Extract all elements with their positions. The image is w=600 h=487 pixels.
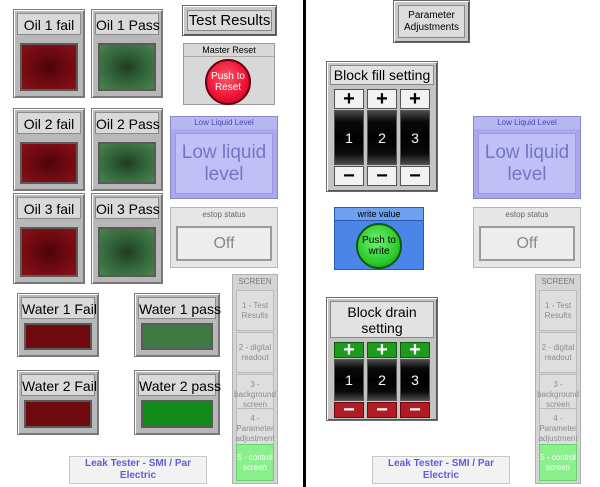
push-to-reset-label: Push to Reset	[211, 71, 245, 93]
water-1-pass-indicator	[141, 323, 213, 350]
screen-menu-header-right: SCREEN	[541, 277, 575, 286]
write-value-header: write value	[335, 208, 423, 221]
parameter-adjustments-title-text: Parameter Adjustments	[403, 9, 460, 33]
water-1-pass-lamp: Water 1 pass	[134, 293, 221, 357]
block-drain-3-minus-button[interactable]: −	[400, 400, 430, 420]
oil-2-fail-indicator	[20, 142, 78, 184]
water-1-pass-label: Water 1 pass	[138, 297, 221, 319]
oil-1-pass-indicator	[98, 43, 156, 91]
footer-left: Leak Tester - SMI / Par Electric	[69, 456, 207, 484]
oil-3-pass-label: Oil 3 Pass	[95, 197, 160, 219]
oil-3-fail-lamp: Oil 3 fail	[13, 193, 85, 284]
estop-value-left: Off	[176, 226, 272, 261]
block-drain-1-plus-button[interactable]: +	[334, 340, 364, 360]
water-1-fail-label: Water 1 Fail	[21, 297, 97, 319]
footer-right: Leak Tester - SMI / Par Electric	[372, 456, 510, 484]
oil-3-fail-indicator	[20, 227, 78, 277]
master-reset-panel: Master Reset Push to Reset	[183, 43, 275, 105]
push-to-write-label: Push to write	[362, 235, 396, 257]
water-1-fail-indicator	[24, 323, 92, 350]
screen-4-button-left[interactable]: 4 - Parameter adjustment	[235, 408, 275, 449]
block-drain-digit-2-column: + 2 −	[367, 340, 397, 420]
block-fill-2-minus-button[interactable]: −	[367, 166, 397, 186]
oil-2-pass-indicator	[98, 142, 156, 184]
screen-menu-left: SCREEN 1 - Test Results 2 - digital read…	[232, 274, 278, 484]
block-fill-digit-3-column: + 3 −	[400, 89, 430, 189]
low-liquid-header-left: Low Liquid Level	[171, 117, 277, 129]
estop-status-right: estop status Off	[473, 207, 581, 268]
oil-2-pass-lamp: Oil 2 Pass	[91, 108, 163, 191]
screen-1-button-left[interactable]: 1 - Test Results	[236, 290, 274, 331]
estop-value-right: Off	[479, 226, 575, 261]
oil-3-fail-label: Oil 3 fail	[17, 197, 81, 219]
estop-status-left: estop status Off	[170, 207, 278, 268]
block-drain-digit-1: 1	[334, 359, 364, 401]
block-fill-digit-2: 2	[367, 110, 397, 165]
block-drain-2-minus-button[interactable]: −	[367, 400, 397, 420]
oil-2-fail-lamp: Oil 2 fail	[13, 108, 85, 191]
water-2-pass-label: Water 2 pass	[138, 374, 221, 396]
oil-1-pass-label: Oil 1 Pass	[95, 13, 160, 35]
block-fill-2-plus-button[interactable]: +	[367, 89, 397, 109]
oil-3-pass-indicator	[98, 227, 156, 277]
low-liquid-indicator-right: Low Liquid Level Low liquid level	[473, 116, 581, 199]
block-drain-title: Block drain setting	[330, 301, 434, 338]
block-fill-title: Block fill setting	[330, 65, 434, 85]
oil-1-pass-lamp: Oil 1 Pass	[91, 9, 163, 98]
block-drain-2-plus-button[interactable]: +	[367, 340, 397, 360]
parameter-adjustments-title: Parameter Adjustments	[393, 0, 470, 43]
water-1-fail-lamp: Water 1 Fail	[17, 293, 99, 357]
block-drain-1-minus-button[interactable]: −	[334, 400, 364, 420]
oil-1-fail-indicator	[20, 43, 78, 91]
low-liquid-header-right: Low Liquid Level	[474, 117, 580, 129]
water-2-pass-indicator	[141, 400, 213, 428]
block-drain-digit-3-column: + 3 −	[400, 340, 430, 420]
test-results-title-text: Test Results	[188, 12, 271, 29]
low-liquid-indicator-left: Low Liquid Level Low liquid level	[170, 116, 278, 199]
oil-1-fail-lamp: Oil 1 fail	[13, 9, 85, 98]
block-fill-digit-2-column: + 2 −	[367, 89, 397, 189]
screen-2-button-left[interactable]: 2 - digital readout	[236, 332, 274, 373]
screen-5-button-left[interactable]: 5 - control screen	[236, 444, 274, 481]
push-to-write-button[interactable]: Push to write	[356, 223, 402, 269]
block-drain-3-plus-button[interactable]: +	[400, 340, 430, 360]
screen-menu-header-left: SCREEN	[238, 277, 272, 286]
oil-1-fail-label: Oil 1 fail	[17, 13, 81, 35]
test-results-title: Test Results	[182, 5, 277, 36]
block-fill-digit-3: 3	[400, 110, 430, 165]
estop-header-right: estop status	[505, 210, 549, 219]
block-fill-3-minus-button[interactable]: −	[400, 166, 430, 186]
block-fill-1-minus-button[interactable]: −	[334, 166, 364, 186]
screen-2-button-right[interactable]: 2 - digital readout	[539, 332, 577, 373]
master-reset-header: Master Reset	[184, 44, 274, 57]
water-2-fail-lamp: Water 2 Fail	[17, 370, 99, 435]
block-fill-1-plus-button[interactable]: +	[334, 89, 364, 109]
oil-3-pass-lamp: Oil 3 Pass	[91, 193, 163, 284]
block-drain-digit-1-column: + 1 −	[334, 340, 364, 420]
screen-divider	[303, 0, 306, 487]
block-drain-digit-2: 2	[367, 359, 397, 401]
water-2-pass-lamp: Water 2 pass	[134, 370, 221, 435]
water-2-fail-indicator	[24, 400, 92, 428]
screen-1-button-right[interactable]: 1 - Test Results	[539, 290, 577, 331]
low-liquid-text-right: Low liquid level	[484, 141, 570, 185]
block-drain-setting: Block drain setting + 1 − + 2 − + 3 −	[326, 297, 438, 421]
low-liquid-text-left: Low liquid level	[181, 141, 267, 185]
block-drain-digit-3: 3	[400, 359, 430, 401]
block-fill-setting: Block fill setting + 1 − + 2 − + 3 −	[326, 61, 438, 192]
push-to-reset-button[interactable]: Push to Reset	[205, 59, 251, 105]
block-fill-digit-1: 1	[334, 110, 364, 165]
oil-2-pass-label: Oil 2 Pass	[95, 112, 160, 134]
block-fill-3-plus-button[interactable]: +	[400, 89, 430, 109]
block-fill-digit-1-column: + 1 −	[334, 89, 364, 189]
estop-header-left: estop status	[202, 210, 246, 219]
screen-menu-right: SCREEN 1 - Test Results 2 - digital read…	[535, 274, 581, 484]
write-value-panel: write value Push to write	[334, 207, 424, 270]
oil-2-fail-label: Oil 2 fail	[17, 112, 81, 134]
water-2-fail-label: Water 2 Fail	[21, 374, 97, 396]
screen-5-button-right[interactable]: 5 - control screen	[539, 444, 577, 481]
screen-4-button-right[interactable]: 4 - Parameter adjustment	[538, 408, 578, 449]
